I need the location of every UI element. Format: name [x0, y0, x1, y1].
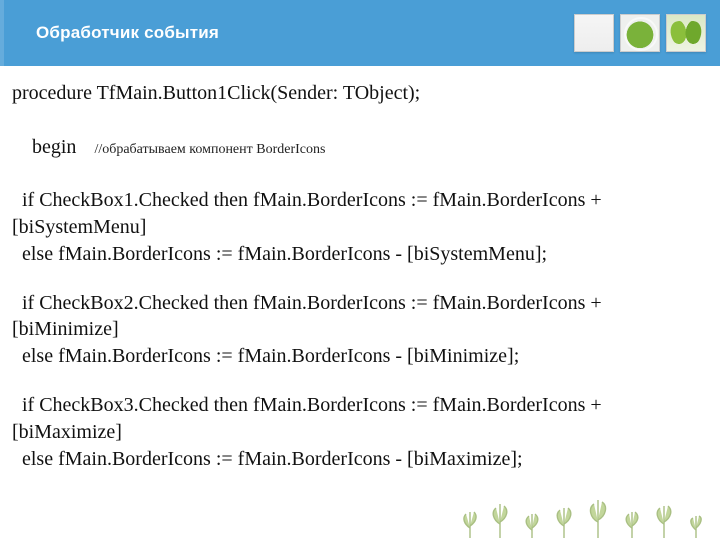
- thumbnail-globe-icon: [620, 14, 660, 52]
- code-line: if CheckBox2.Checked then fMain.BorderIc…: [12, 290, 708, 344]
- header-thumbnails: [574, 14, 706, 52]
- slide-title: Обработчик события: [36, 23, 219, 43]
- blank-line: [12, 268, 708, 290]
- slide-header: Обработчик события: [0, 0, 720, 66]
- thumbnail-blank-icon: [574, 14, 614, 52]
- blank-line: [12, 370, 708, 392]
- code-line: procedure TfMain.Button1Click(Sender: TO…: [12, 80, 708, 107]
- code-keyword-begin: begin: [32, 136, 76, 158]
- code-line: else fMain.BorderIcons := fMain.BorderIc…: [12, 343, 708, 370]
- thumbnail-leaf-icon: [666, 14, 706, 52]
- code-line: if CheckBox3.Checked then fMain.BorderIc…: [12, 392, 708, 446]
- code-block: procedure TfMain.Button1Click(Sender: TO…: [0, 66, 720, 472]
- code-line: begin //обрабатываем компонент BorderIcon…: [12, 107, 708, 187]
- code-comment: //обрабатываем компонент BorderIcons: [94, 142, 325, 157]
- code-line: if CheckBox1.Checked then fMain.BorderIc…: [12, 187, 708, 241]
- code-line: else fMain.BorderIcons := fMain.BorderIc…: [12, 446, 708, 473]
- code-line: else fMain.BorderIcons := fMain.BorderIc…: [12, 241, 708, 268]
- footer-plants-icon: [460, 480, 720, 540]
